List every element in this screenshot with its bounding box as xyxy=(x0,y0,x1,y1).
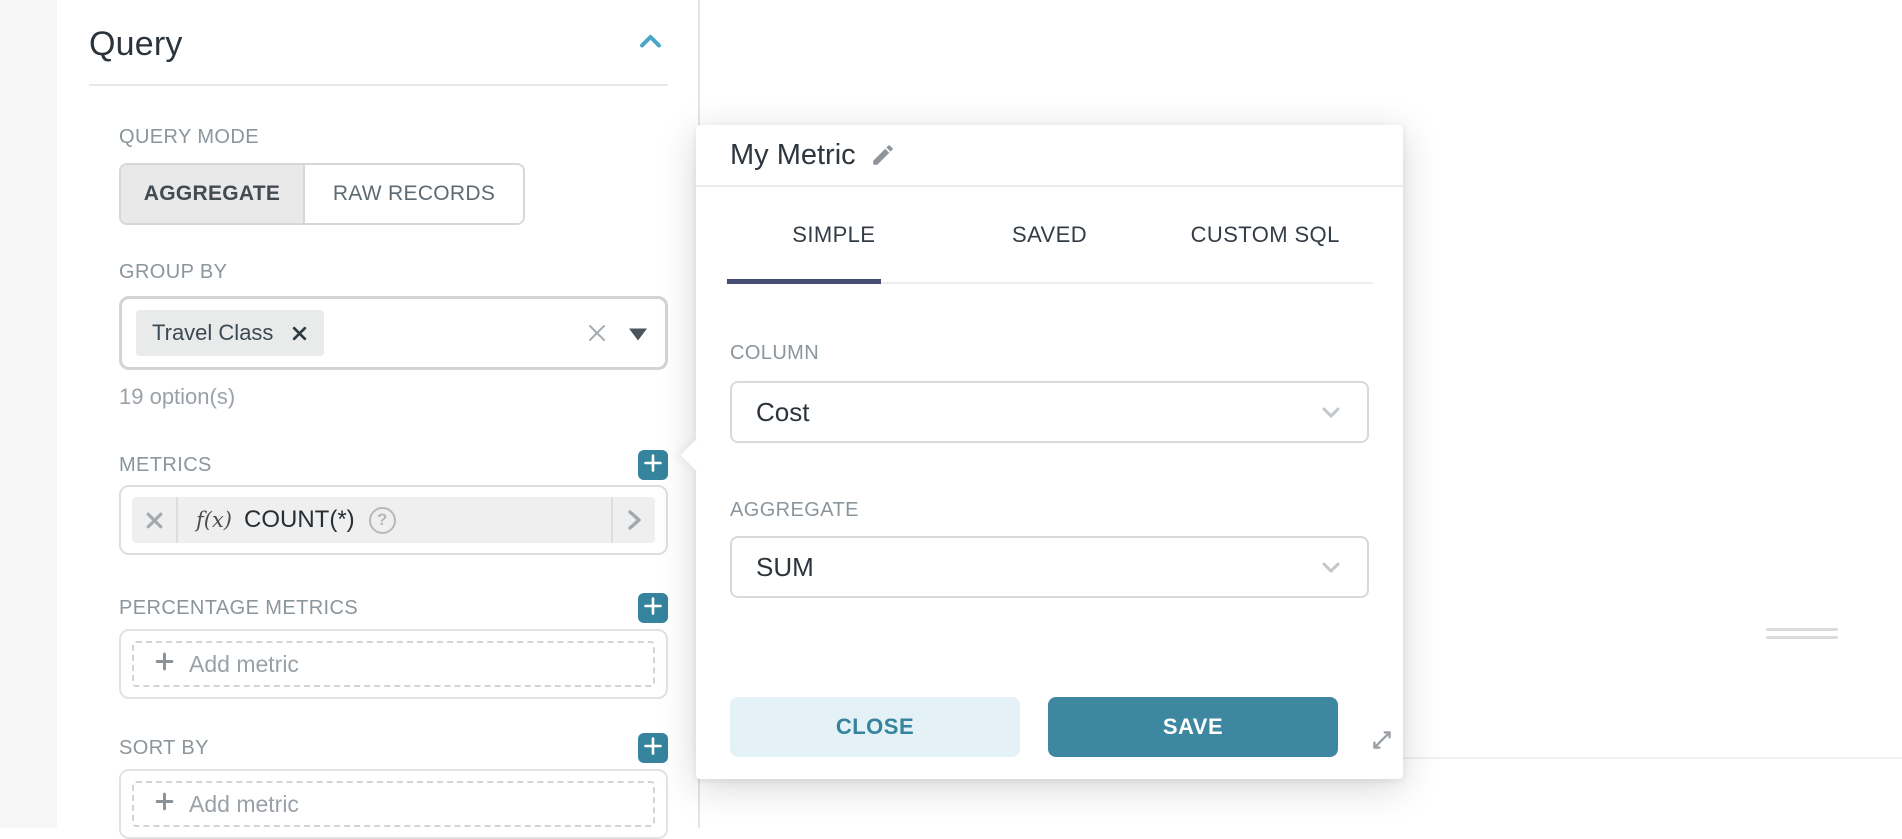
resize-drag-handle[interactable] xyxy=(1766,628,1838,631)
group-by-selected-tag: Travel Class xyxy=(136,310,324,356)
chevron-up-icon xyxy=(637,28,664,60)
clear-select-icon[interactable] xyxy=(585,321,609,345)
close-button[interactable]: CLOSE xyxy=(730,697,1020,757)
query-mode-toggle: AGGREGATE RAW RECORDS xyxy=(119,163,525,225)
tag-close-icon[interactable] xyxy=(291,325,308,342)
function-icon: f(x) xyxy=(196,508,232,532)
column-select-value: Cost xyxy=(756,397,809,428)
tab-custom-sql[interactable]: CUSTOM SQL xyxy=(1157,187,1373,282)
query-panel: Query QUERY MODE AGGREGATE RAW RECORDS G… xyxy=(57,0,698,828)
expand-icon[interactable] xyxy=(1368,726,1396,754)
metric-pill-content: f(x) COUNT(*) xyxy=(178,497,611,543)
placeholder-text: Add metric xyxy=(189,651,299,678)
add-sort-metric-button[interactable] xyxy=(638,733,668,763)
metrics-control: f(x) COUNT(*) xyxy=(119,485,668,555)
collapse-section-button[interactable] xyxy=(635,29,665,59)
remove-metric-icon[interactable] xyxy=(132,497,178,543)
group-by-helper-text: 19 option(s) xyxy=(119,384,668,410)
chart-builder-screen: Query QUERY MODE AGGREGATE RAW RECORDS G… xyxy=(0,0,1902,828)
sort-by-dropzone[interactable]: Add metric xyxy=(119,769,668,839)
metrics-label: METRICS xyxy=(119,454,212,477)
metric-name: COUNT(*) xyxy=(244,506,355,534)
metric-title: My Metric xyxy=(730,139,856,172)
metric-editor-popover: My Metric SIMPLE SAVED CUSTOM SQL COLUMN… xyxy=(696,125,1403,779)
chevron-down-icon xyxy=(1317,553,1345,581)
aggregate-select[interactable]: SUM xyxy=(730,536,1369,598)
active-tab-indicator xyxy=(727,279,881,284)
plus-icon xyxy=(154,791,175,817)
sort-by-label-row: SORT BY xyxy=(119,733,668,763)
group-by-select[interactable]: Travel Class xyxy=(119,296,668,370)
plus-icon xyxy=(643,453,663,478)
column-label: COLUMN xyxy=(730,342,1369,365)
plus-icon xyxy=(154,651,175,677)
plus-icon xyxy=(643,736,663,761)
query-mode-raw-records-button[interactable]: RAW RECORDS xyxy=(305,165,523,223)
query-section-header[interactable]: Query xyxy=(89,22,668,66)
section-rule xyxy=(89,84,668,86)
add-percentage-metric-button[interactable] xyxy=(638,593,668,623)
metric-pill[interactable]: f(x) COUNT(*) xyxy=(132,497,655,543)
percentage-metrics-label-row: PERCENTAGE METRICS xyxy=(119,593,668,623)
add-metric-placeholder: Add metric xyxy=(132,781,655,827)
tab-saved[interactable]: SAVED xyxy=(942,187,1158,282)
pencil-icon[interactable] xyxy=(870,142,896,168)
tag-label: Travel Class xyxy=(152,320,273,346)
add-metric-placeholder: Add metric xyxy=(132,641,655,687)
percentage-metrics-dropzone[interactable]: Add metric xyxy=(119,629,668,699)
percentage-metrics-label: PERCENTAGE METRICS xyxy=(119,597,358,620)
popover-footer: CLOSE SAVE xyxy=(696,697,1403,757)
left-rail xyxy=(0,0,57,828)
metrics-label-row: METRICS xyxy=(119,450,668,480)
save-button[interactable]: SAVE xyxy=(1048,697,1338,757)
group-by-label: GROUP BY xyxy=(119,261,668,284)
chevron-right-icon[interactable] xyxy=(611,497,655,543)
placeholder-text: Add metric xyxy=(189,791,299,818)
plus-icon xyxy=(643,596,663,621)
tab-simple[interactable]: SIMPLE xyxy=(726,187,942,282)
sort-by-label: SORT BY xyxy=(119,737,209,760)
caret-down-icon[interactable] xyxy=(629,328,647,340)
help-icon xyxy=(369,507,396,534)
resize-drag-handle[interactable] xyxy=(1766,636,1838,639)
query-mode-label: QUERY MODE xyxy=(119,126,668,149)
popover-header: My Metric xyxy=(696,125,1403,187)
chevron-down-icon xyxy=(1317,398,1345,426)
add-metric-button[interactable] xyxy=(638,450,668,480)
aggregate-label: AGGREGATE xyxy=(730,499,1369,522)
metric-editor-tabs: SIMPLE SAVED CUSTOM SQL xyxy=(726,187,1373,284)
query-mode-aggregate-button[interactable]: AGGREGATE xyxy=(121,165,305,223)
column-select[interactable]: Cost xyxy=(730,381,1369,443)
aggregate-select-value: SUM xyxy=(756,552,814,583)
query-section-title: Query xyxy=(89,25,183,64)
